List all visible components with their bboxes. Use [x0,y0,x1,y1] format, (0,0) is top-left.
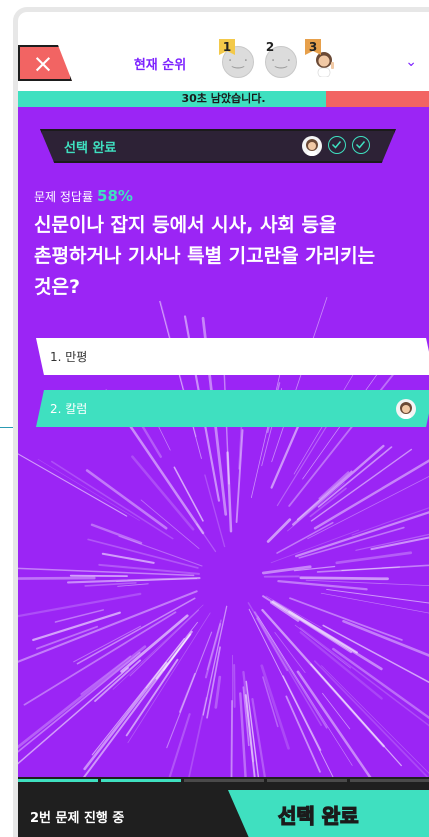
correct-rate-value: 58% [97,187,133,205]
question-text: 신문이나 잡지 등에서 시사, 사회 등을 촌평하거나 기사나 특별 기고란을 가… [34,214,376,298]
progress-segment [350,779,429,782]
speed-ray [235,429,244,523]
option-label: 2. 칼럼 [50,402,88,416]
check-circle-icon [328,136,346,154]
speed-ray [159,300,202,459]
close-icon: × [32,49,54,78]
speed-ray [322,692,351,730]
speed-ray [168,713,191,777]
progress-segment [101,779,181,782]
user-avatar-icon [316,52,334,78]
speed-ray [18,592,142,618]
speed-ray [287,482,345,532]
play-area: 선택 완료 문제 정답률 58% 신문이나 잡지 등에서 시사, 사회 등을 촌… [18,107,429,777]
speed-ray [37,459,140,521]
option-label: 1. 만평 [50,350,88,364]
rank-1-avatar[interactable]: 1 ·‿· [219,39,254,78]
speed-ray [18,667,129,765]
speed-ray [18,453,128,517]
speed-ray [188,697,208,777]
speed-ray [269,601,300,622]
status-banner: 선택 완료 [40,129,396,163]
speed-ray [83,661,168,771]
answer-option-1[interactable]: 1. 만평 [36,338,429,375]
speed-ray [266,518,292,543]
check-circle-icon [352,136,370,154]
speed-ray [230,699,233,777]
rank-title: 현재 순위 [133,58,187,73]
timer-text: 30초 남았습니다. [181,92,266,105]
face-icon: ·‿· [270,53,292,69]
speed-ray [299,576,389,581]
correct-rate: 문제 정답률 58% [34,187,133,205]
speed-ray [50,460,174,540]
rank-2-avatar[interactable]: 2 ·‿· [265,40,297,78]
speed-ray [262,676,279,728]
speed-ray [351,507,429,536]
face-icon: ·‿· [227,53,249,69]
progress-segment [267,779,347,782]
speed-ray [321,665,429,774]
speed-rays-background [18,297,429,777]
timer-bar: 30초 남았습니다. [18,91,429,107]
submit-label: 선택 완료 [277,803,359,828]
header: × 현재 순위 1 ·‿· 2 ·‿· 3 ⌄ [18,12,429,91]
speed-ray [120,614,189,673]
speed-ray [342,619,429,657]
speed-ray [202,605,228,716]
speed-ray [313,660,429,777]
speed-ray [276,521,334,554]
speed-ray [322,624,429,684]
speed-ray [296,670,372,777]
submit-button[interactable]: 선택 완료 [228,790,429,837]
status-icons [302,136,370,156]
answer-option-2[interactable]: 2. 칼럼 [36,390,429,427]
footer: 2번 문제 진행 중 선택 완료 [18,777,429,837]
speed-ray [85,469,168,530]
rank-3-avatar[interactable]: 3 [305,39,340,78]
speed-ray [257,615,353,766]
speed-ray [326,588,429,604]
speed-ray [18,576,96,580]
speed-ray [341,566,400,571]
quiz-screen: × 현재 순위 1 ·‿· 2 ·‿· 3 ⌄ 30초 남았습니다. 선택 완료… [13,7,429,837]
correct-rate-label: 문제 정답률 [34,190,94,204]
user-avatar-icon [396,399,416,419]
speed-ray [233,663,236,708]
speed-ray [214,675,222,709]
speed-ray [256,617,289,672]
speed-ray [18,651,141,753]
close-button[interactable]: × [18,45,72,81]
user-avatar-icon [302,136,322,156]
speed-ray [179,672,196,713]
speed-ray [23,611,177,706]
chevron-down-icon[interactable]: ⌄ [405,54,417,70]
progress-segment [18,779,98,782]
progress-segment [184,779,264,782]
speed-ray [335,551,413,565]
speed-ray [271,297,328,463]
speed-ray [90,523,143,545]
progress-text: 2번 문제 진행 중 [30,811,125,826]
status-label: 선택 완료 [64,141,117,156]
